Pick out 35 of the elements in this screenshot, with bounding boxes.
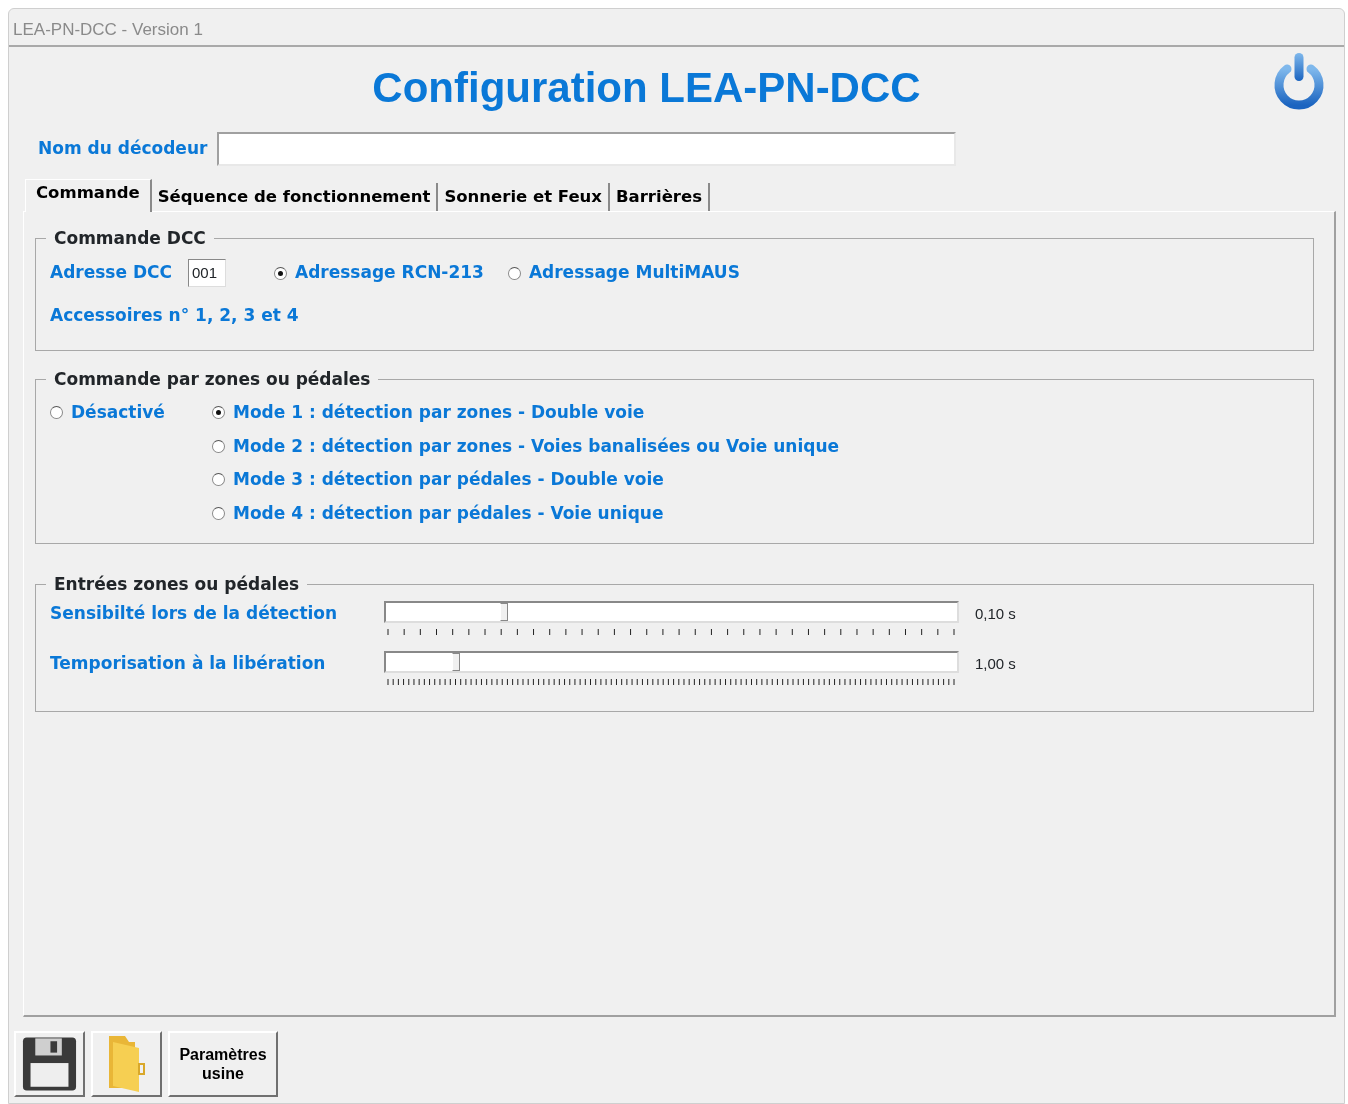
radio-button[interactable]	[274, 266, 287, 280]
radio-button[interactable]	[212, 439, 225, 453]
option-label[interactable]: Désactivé	[71, 400, 165, 426]
group-title: Commande par zones ou pédales	[46, 368, 379, 390]
field-label: Adresse DCC	[50, 261, 172, 285]
window-title: LEA-PN-DCC - Version 1	[9, 9, 1344, 47]
slider-value: 0,10 s	[975, 604, 1016, 624]
address-field[interactable]: 001	[188, 259, 226, 287]
radio-button[interactable]	[212, 406, 225, 420]
option-label[interactable]: Mode 4 : détection par pédales - Voie unique	[233, 500, 664, 526]
option-label[interactable]: Mode 2 : détection par zones - Voies banalisées ou Voie unique	[233, 433, 840, 459]
radio-button[interactable]	[507, 266, 521, 280]
radio-button[interactable]	[212, 506, 225, 520]
radio-button[interactable]	[212, 473, 225, 487]
radio-button[interactable]	[50, 406, 63, 420]
slider-thumb[interactable]	[451, 653, 460, 671]
page-title: Configuration LEA-PN-DCC	[372, 62, 921, 113]
note-text: Accessoires n° 1, 2, 3 et 4	[50, 304, 300, 327]
slider-label: Sensibilté lors de la détection	[50, 602, 339, 625]
option-label[interactable]: Adressage MultiMAUS	[528, 260, 740, 286]
group-title: Entrées zones ou pédales	[46, 573, 308, 595]
slider-label: Temporisation à la libération	[50, 652, 327, 675]
slider-track[interactable]	[384, 601, 959, 623]
option-label[interactable]: Adressage RCN-213	[295, 260, 484, 286]
input-field[interactable]	[217, 132, 957, 166]
option-label[interactable]: Mode 3 : détection par pédales - Double voie	[233, 467, 664, 493]
field-label: Nom du décodeur	[38, 137, 208, 161]
factory-settings-button[interactable]: Paramètres usine	[168, 1031, 278, 1097]
save-button[interactable]	[14, 1031, 85, 1097]
option-label[interactable]: Mode 1 : détection par zones - Double voie	[233, 400, 645, 426]
slider-thumb[interactable]	[500, 603, 509, 621]
slider-track[interactable]	[384, 651, 959, 673]
open-button[interactable]	[91, 1031, 162, 1097]
tab[interactable]: Commande	[25, 179, 152, 212]
slider-value: 1,00 s	[975, 654, 1016, 674]
